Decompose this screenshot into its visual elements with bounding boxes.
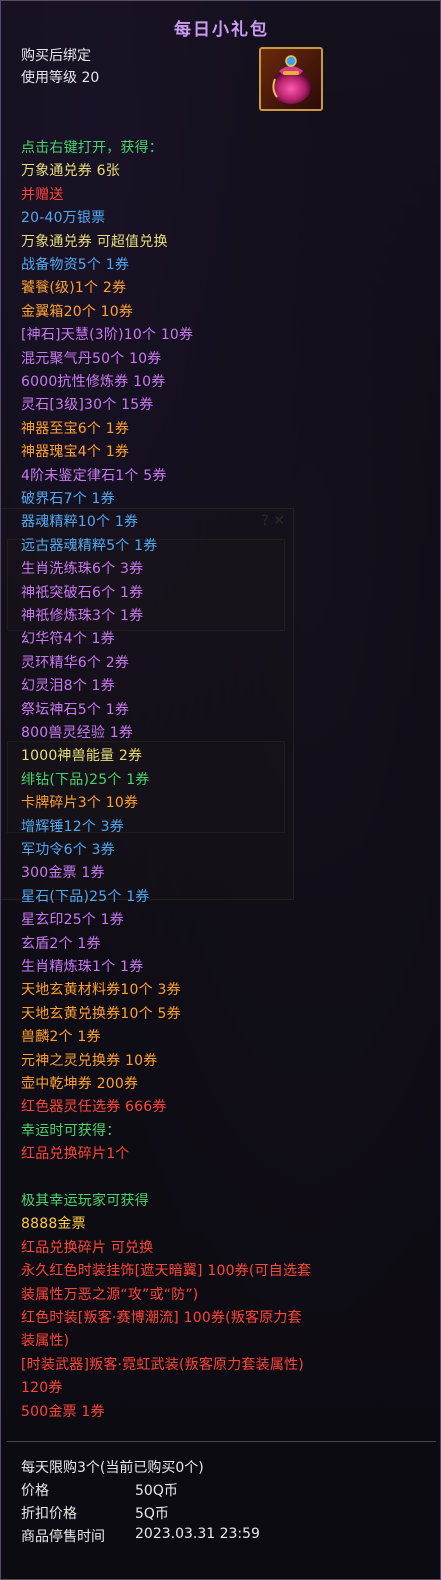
tooltip-line: 幻华符4个 1券 (21, 631, 115, 648)
tooltip-line: [时装武器]叛客·霓虹武装(叛客原力套装属性) (21, 1356, 304, 1373)
tooltip-line: 20-40万银票 (21, 210, 106, 227)
price-label: 价格 (21, 1483, 49, 1499)
tooltip-line: 神祇突破石6个 1券 (21, 584, 144, 601)
tooltip-line: 灵环精华6个 2券 (21, 654, 130, 671)
tooltip-line: 增辉锤12个 3券 (21, 818, 124, 835)
tooltip-line: 幻灵泪8个 1券 (21, 678, 115, 695)
required-level: 使用等级 20 (21, 70, 100, 86)
tooltip-line: 器魂精粹10个 1券 (21, 514, 139, 531)
tooltip-line: 玄盾2个 1券 (21, 935, 101, 952)
tooltip-line: 永久红色时装挂饰[遮天暗翼] 100券(可自选套 (21, 1263, 312, 1280)
tooltip-line: 天地玄黄兑换券10个 5券 (21, 1005, 181, 1022)
tooltip-line: 星玄印25个 1券 (21, 912, 124, 929)
stop-sale-label: 商品停售时间 (21, 1529, 105, 1545)
stop-sale-value: 2023.03.31 23:59 (135, 1526, 260, 1542)
tooltip-line: 灵石[3级]30个 15券 (21, 397, 154, 414)
tooltip-line: 神器至宝6个 1券 (21, 420, 130, 437)
tooltip-line: 破界石7个 1券 (21, 491, 115, 507)
tooltip-line: 星石(下品)25个 1券 (21, 888, 150, 905)
tooltip-line: 绯钻(下品)25个 1券 (21, 771, 150, 788)
tooltip-line: 战备物资5个 1券 (21, 257, 130, 273)
tooltip-line: 8888金票 (21, 1216, 86, 1233)
tooltip-line: 极其幸运玩家可获得 (21, 1193, 149, 1209)
tooltip-line: 装属性万恶之源“攻”或“防”) (21, 1286, 199, 1303)
tooltip-line: 军功令6个 3券 (21, 842, 115, 858)
tooltip-line: 生肖精炼珠1个 1券 (21, 959, 144, 975)
item-title: 每日小礼包 (174, 20, 269, 40)
tooltip-line: 金翼箱20个 10券 (21, 303, 134, 320)
tooltip-line: 1000神兽能量 2券 (21, 748, 143, 765)
tooltip-line: 混元聚气丹50个 10券 (21, 350, 162, 367)
tooltip-line: 神器瑰宝4个 1券 (21, 444, 130, 461)
tooltip-line: 红品兑换碎片 可兑换 (21, 1239, 154, 1256)
tooltip-line: 4阶未鉴定律石1个 5券 (21, 467, 167, 484)
tooltip-line: 300金票 1券 (21, 865, 105, 882)
tooltip-line: 万象通兑券 6张 (21, 163, 120, 180)
discount-price-label: 折扣价格 (21, 1506, 77, 1522)
divider (7, 1441, 436, 1442)
tooltip-line: 红色器灵任选券 666券 (21, 1099, 167, 1116)
gift-bag-icon (259, 47, 323, 111)
tooltip-line: 点击右键打开，获得： (21, 140, 163, 156)
tooltip-line: 饕餮(级)1个 2券 (21, 280, 127, 297)
tooltip-line: 祭坛神石5个 1券 (21, 701, 130, 718)
tooltip-line: 卡牌碎片3个 10券 (21, 795, 139, 812)
tooltip-line: 壶中乾坤券 200券 (21, 1076, 139, 1092)
tooltip-line: 兽麟2个 1券 (21, 1029, 101, 1046)
item-tooltip: 每日小礼包 购买后绑定 使用等级 20 点击右键打开，获得： 万象通兑券 6张 并赠… (0, 0, 441, 1580)
bind-status: 购买后绑定 (21, 48, 91, 64)
tooltip-line: 500金票 1券 (21, 1403, 105, 1420)
tooltip-line: [神石]天慧(3阶)10个 10券 (21, 327, 194, 344)
tooltip-line: 红品兑换碎片1个 (21, 1146, 130, 1163)
tooltip-line: 万象通兑券 可超值兑换 (21, 233, 168, 250)
tooltip-line: 远古器魂精粹5个 1券 (21, 537, 158, 554)
discount-price-value: 5Q币 (135, 1506, 169, 1522)
tooltip-line: 天地玄黄材料券10个 3券 (21, 982, 181, 999)
tooltip-line: 幸运时可获得： (21, 1122, 121, 1139)
tooltip-line: 并赠送 (21, 186, 64, 203)
tooltip-line: 120券 (21, 1380, 63, 1397)
tooltip-line: 元神之灵兑换券 10券 (21, 1052, 158, 1069)
purchase-limit: 每天限购3个(当前已购买0个) (21, 1460, 204, 1476)
tooltip-line: 神祇修炼珠3个 1券 (21, 608, 144, 624)
tooltip-line: 800兽灵经验 1券 (21, 725, 134, 741)
price-value: 50Q币 (135, 1483, 178, 1499)
tooltip-line: 装属性) (21, 1333, 70, 1350)
tooltip-line: 生肖洗练珠6个 3券 (21, 561, 144, 578)
tooltip-line: 红色时装[叛客·赛博潮流] 100券(叛客原力套 (21, 1310, 302, 1326)
tooltip-line: 6000抗性修炼券 10券 (21, 374, 166, 390)
